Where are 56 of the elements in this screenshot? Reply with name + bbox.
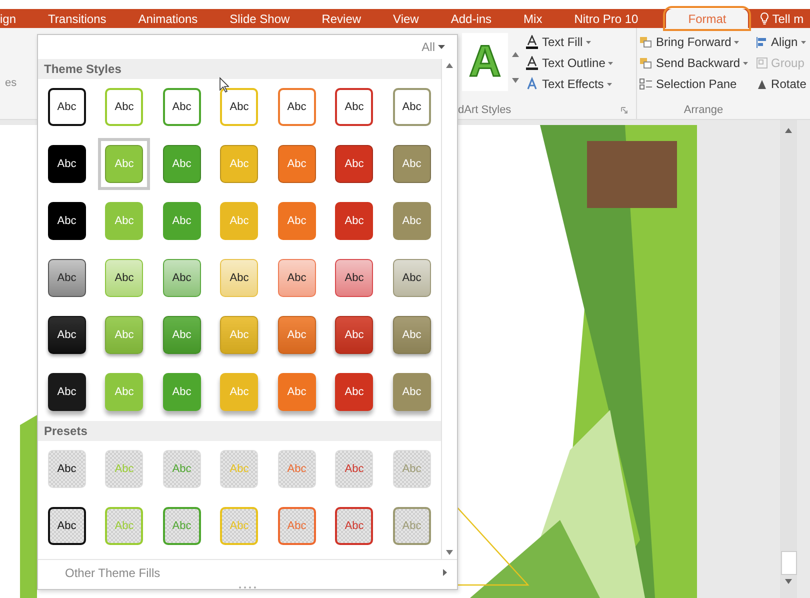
text-fill-icon	[525, 35, 539, 49]
arrange-button[interactable]: Bring Forward	[637, 33, 750, 51]
bring-forward-icon	[639, 36, 653, 48]
arrange-button[interactable]: Align	[754, 33, 808, 51]
ribbon-tab[interactable]: Transitions	[32, 9, 122, 28]
scroll-up-icon[interactable]	[512, 52, 519, 56]
mouse-pointer-icon	[219, 77, 229, 93]
scroll-thumb[interactable]	[780, 551, 796, 575]
arrange-button[interactable]: Selection Pane	[637, 75, 750, 93]
submenu-arrow-icon	[443, 569, 447, 576]
text-format-button[interactable]: Text Outline	[523, 54, 616, 72]
scroll-up-icon[interactable]	[785, 128, 792, 133]
caret-icon	[743, 62, 748, 64]
group-icon	[756, 56, 768, 70]
caret-icon	[734, 40, 740, 44]
text-effects-icon	[525, 77, 539, 91]
ribbon-tab[interactable]: View	[377, 9, 435, 28]
ribbon-tab[interactable]: Mix	[508, 9, 558, 28]
group-label: es	[5, 77, 17, 89]
send-backward-icon	[639, 56, 653, 70]
vertical-scrollbar[interactable]	[780, 120, 797, 598]
caret-icon	[438, 44, 445, 49]
resize-grip-icon[interactable]	[238, 586, 258, 589]
tell-me-button[interactable]: Tell m	[754, 9, 810, 28]
caret-icon	[606, 82, 612, 86]
filter-dropdown[interactable]: All	[416, 38, 451, 55]
caret-icon	[608, 62, 614, 64]
scroll-down-icon[interactable]	[446, 550, 453, 556]
scroll-down-icon[interactable]	[512, 78, 519, 82]
dialog-launcher-icon[interactable]	[621, 106, 628, 114]
section-header: Presets	[38, 420, 441, 441]
caret-icon	[800, 40, 806, 44]
section-header: Theme Styles	[38, 58, 441, 79]
arrange-button[interactable]: Send Backward	[637, 54, 750, 72]
caret-icon	[586, 40, 591, 44]
lightbulb-icon	[760, 12, 770, 25]
ribbon-tab[interactable]: Review	[306, 9, 378, 28]
text-format-button[interactable]: Text Effects	[523, 75, 616, 93]
selection-pane-icon	[639, 78, 653, 90]
scroll-down-icon[interactable]	[785, 579, 792, 584]
text-outline-icon	[525, 56, 539, 70]
scroll-up-icon[interactable]	[446, 62, 453, 68]
arrange-button[interactable]: Rotate	[754, 75, 808, 93]
ribbon-tab[interactable]: Format	[666, 9, 748, 28]
group-label: Arrange	[684, 104, 724, 116]
align-icon	[756, 36, 768, 48]
text-format-button[interactable]: Text Fill	[523, 33, 616, 51]
other-theme-fills-item[interactable]: Other Theme Fills	[38, 559, 457, 585]
ribbon-tab[interactable]: Add-ins	[434, 9, 508, 28]
ribbon-tab[interactable]: Nitro Pro 10	[558, 9, 654, 28]
rotate-icon	[756, 78, 768, 90]
group-label: dArt Styles	[458, 104, 512, 116]
ribbon-tab[interactable]: Slide Show	[214, 9, 306, 28]
ribbon-tab[interactable]: ign	[0, 9, 32, 28]
ribbon-tab[interactable]: Animations	[122, 9, 214, 28]
wordart-preview[interactable]: A	[462, 33, 508, 91]
